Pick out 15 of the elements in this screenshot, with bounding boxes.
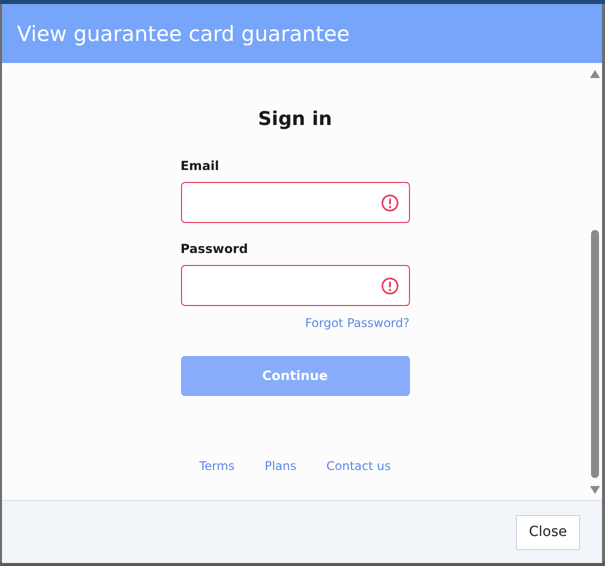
footer-link[interactable]: Terms <box>199 458 235 474</box>
input-field[interactable] <box>180 182 410 223</box>
footer-link[interactable]: Contact us <box>326 458 391 474</box>
field-label: Email <box>180 158 220 174</box>
field-label: Password <box>180 241 249 257</box>
forgot-password-link[interactable]: Forgot Password? <box>305 315 410 331</box>
footer-link[interactable]: Plans <box>264 458 296 474</box>
scroll-up-icon[interactable] <box>590 70 600 78</box>
error-icon <box>380 276 398 294</box>
scroll-down-icon[interactable] <box>590 486 600 494</box>
input-field[interactable] <box>180 265 410 306</box>
close-button[interactable]: Close <box>516 514 580 550</box>
form-heading: Sign in <box>257 107 333 132</box>
dialog-title: View guarantee card guarantee <box>17 22 350 46</box>
error-icon <box>380 194 398 212</box>
